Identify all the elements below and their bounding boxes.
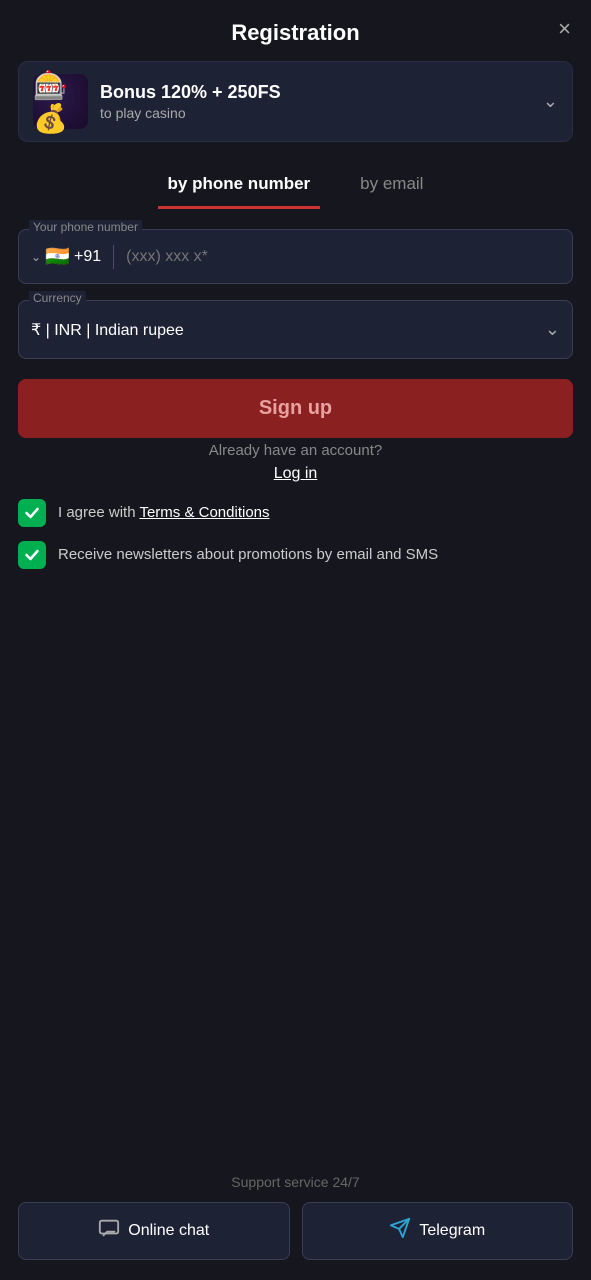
currency-field[interactable]: Currency ₹ | INR | Indian rupee ⌄	[18, 300, 573, 359]
checkmark-icon	[24, 505, 40, 521]
phone-divider	[113, 245, 114, 269]
currency-label: Currency	[29, 291, 86, 305]
telegram-label: Telegram	[419, 1222, 485, 1240]
header: Registration ×	[0, 0, 591, 61]
footer-buttons: Online chat Telegram	[18, 1202, 573, 1260]
page-container: Registration × 🎰💰 Bonus 120% + 250FS to …	[0, 0, 591, 1280]
online-chat-label: Online chat	[128, 1222, 209, 1240]
country-selector[interactable]: ⌄ 🇮🇳 +91	[31, 244, 101, 269]
page-title: Registration	[231, 20, 359, 46]
checkmark-icon-2	[24, 547, 40, 563]
currency-value: ₹ | INR | Indian rupee	[31, 320, 184, 340]
country-chevron-icon: ⌄	[31, 250, 41, 264]
newsletter-checkbox-label: Receive newsletters about promotions by …	[58, 541, 438, 567]
newsletter-checkbox[interactable]	[18, 541, 46, 569]
phone-row: ⌄ 🇮🇳 +91	[31, 238, 560, 275]
tab-phone-number[interactable]: by phone number	[158, 162, 321, 209]
chat-icon	[98, 1217, 120, 1245]
already-have-account-text: Already have an account?	[209, 442, 382, 459]
country-code: +91	[74, 248, 101, 266]
signup-section: Sign up	[0, 359, 591, 438]
support-text: Support service 24/7	[231, 1174, 359, 1190]
close-button[interactable]: ×	[558, 18, 571, 40]
currency-chevron-icon: ⌄	[545, 319, 560, 340]
chevron-down-icon: ⌄	[543, 91, 558, 112]
online-chat-button[interactable]: Online chat	[18, 1202, 290, 1260]
phone-input[interactable]	[126, 248, 560, 266]
bonus-text: Bonus 120% + 250FS to play casino	[100, 82, 531, 121]
phone-label: Your phone number	[29, 220, 142, 234]
flag-icon: 🇮🇳	[45, 244, 70, 269]
telegram-button[interactable]: Telegram	[302, 1202, 574, 1260]
login-link[interactable]: Log in	[274, 465, 318, 483]
newsletter-checkbox-row: Receive newsletters about promotions by …	[18, 541, 573, 569]
bonus-banner[interactable]: 🎰💰 Bonus 120% + 250FS to play casino ⌄	[18, 61, 573, 142]
tab-email[interactable]: by email	[350, 162, 433, 209]
terms-checkbox-row: I agree with Terms & Conditions	[18, 499, 573, 527]
footer: Support service 24/7 Online chat	[0, 1158, 591, 1280]
terms-checkbox-label: I agree with Terms & Conditions	[58, 499, 270, 525]
telegram-icon	[389, 1217, 411, 1245]
bonus-title: Bonus 120% + 250FS	[100, 82, 531, 103]
tabs-container: by phone number by email	[0, 162, 591, 209]
bonus-icon: 🎰💰	[33, 74, 88, 129]
terms-conditions-link[interactable]: Terms & Conditions	[139, 504, 269, 521]
currency-row: ₹ | INR | Indian rupee ⌄	[31, 309, 560, 350]
phone-number-field: Your phone number ⌄ 🇮🇳 +91	[18, 229, 573, 284]
terms-checkbox[interactable]	[18, 499, 46, 527]
login-section: Already have an account? Log in	[0, 442, 591, 483]
signup-button[interactable]: Sign up	[18, 379, 573, 438]
bonus-subtitle: to play casino	[100, 105, 531, 121]
form-container: Your phone number ⌄ 🇮🇳 +91 Currency ₹ | …	[0, 229, 591, 359]
checkboxes-section: I agree with Terms & Conditions Receive …	[0, 483, 591, 569]
